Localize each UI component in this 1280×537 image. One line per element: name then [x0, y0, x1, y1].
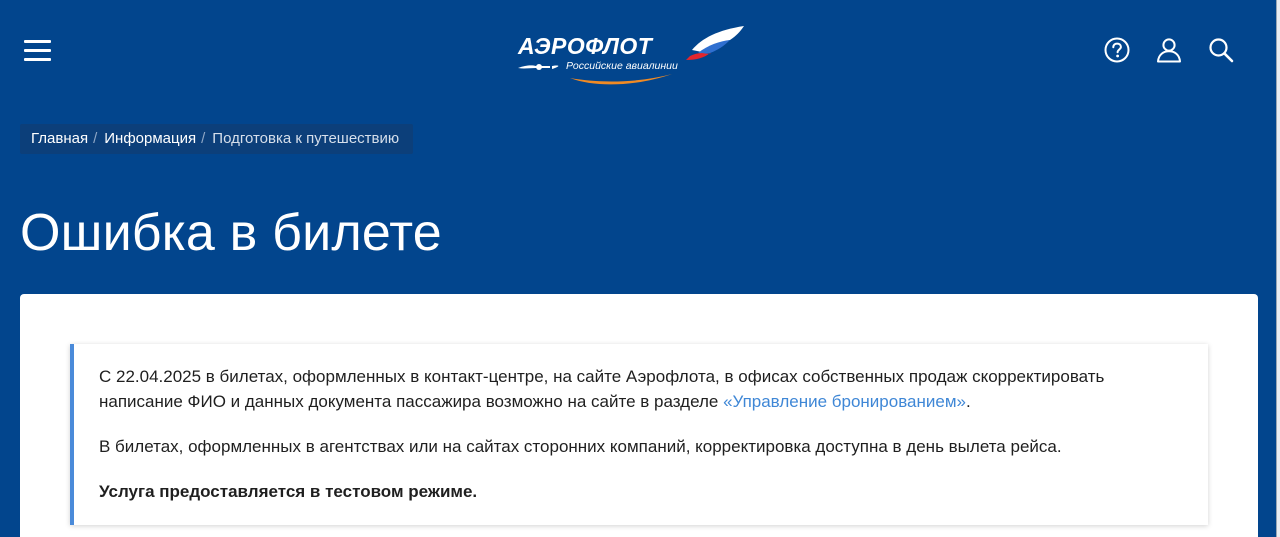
- notice-paragraph-3: Услуга предоставляется в тестовом режиме…: [99, 482, 478, 501]
- breadcrumb: Главная / Информация / Подготовка к путе…: [20, 124, 414, 154]
- breadcrumb-info[interactable]: Информация: [104, 130, 196, 148]
- content-card: С 22.04.2025 в билетах, оформленных в ко…: [20, 294, 1258, 537]
- menu-icon[interactable]: [24, 38, 52, 62]
- search-icon[interactable]: [1208, 37, 1234, 63]
- aeroflot-logo[interactable]: АЭРОФЛОТ Российские авиалинии: [516, 22, 748, 90]
- header-actions: [1104, 37, 1234, 63]
- breadcrumb-current: Подготовка к путешествию: [212, 130, 400, 147]
- notice-box: С 22.04.2025 в билетах, оформленных в ко…: [70, 344, 1208, 525]
- site-header: АЭРОФЛОТ Российские авиалинии: [0, 0, 1276, 104]
- logo-wordmark: АЭРОФЛОТ: [518, 33, 653, 59]
- manage-booking-link[interactable]: «Управление бронированием»: [723, 392, 966, 411]
- breadcrumb-home[interactable]: Главная: [31, 130, 88, 148]
- help-icon[interactable]: [1104, 37, 1130, 63]
- notice-text-1-end: .: [965, 392, 971, 411]
- window-edge: [1276, 0, 1280, 537]
- breadcrumb-separator: /: [93, 130, 98, 147]
- breadcrumb-separator: /: [201, 130, 206, 147]
- page-title: Ошибка в билете: [20, 204, 442, 262]
- notice-paragraph-2: В билетах, оформленных в агентствах или …: [99, 437, 1062, 456]
- logo-tagline: Российские авиалинии: [566, 60, 678, 72]
- user-icon[interactable]: [1156, 37, 1182, 63]
- notice-paragraph-1: С 22.04.2025 в билетах, оформленных в ко…: [99, 364, 1184, 414]
